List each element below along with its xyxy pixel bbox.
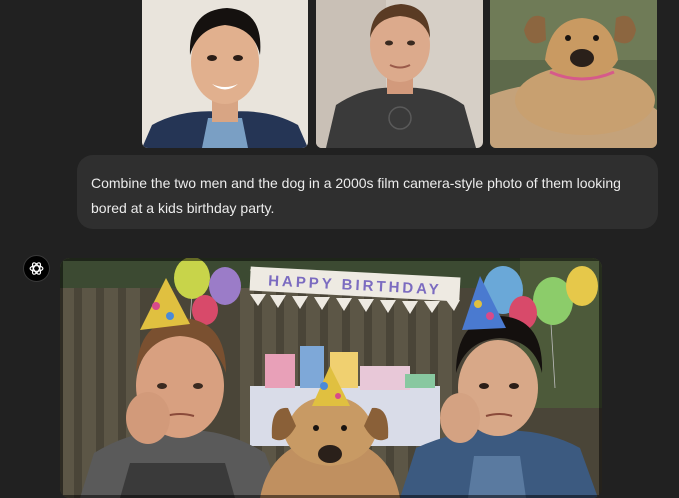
attachment-photo-dog[interactable] xyxy=(490,0,657,148)
user-message-bubble: Combine the two men and the dog in a 200… xyxy=(77,155,658,229)
generated-image[interactable]: HAPPY BIRTHDAY xyxy=(60,258,602,498)
openai-logo-icon xyxy=(23,255,50,282)
attachment-photo-man-smiling[interactable] xyxy=(142,0,308,148)
user-message-text: Combine the two men and the dog in a 200… xyxy=(91,175,621,216)
attachment-photo-man-gray-shirt[interactable] xyxy=(316,0,483,148)
